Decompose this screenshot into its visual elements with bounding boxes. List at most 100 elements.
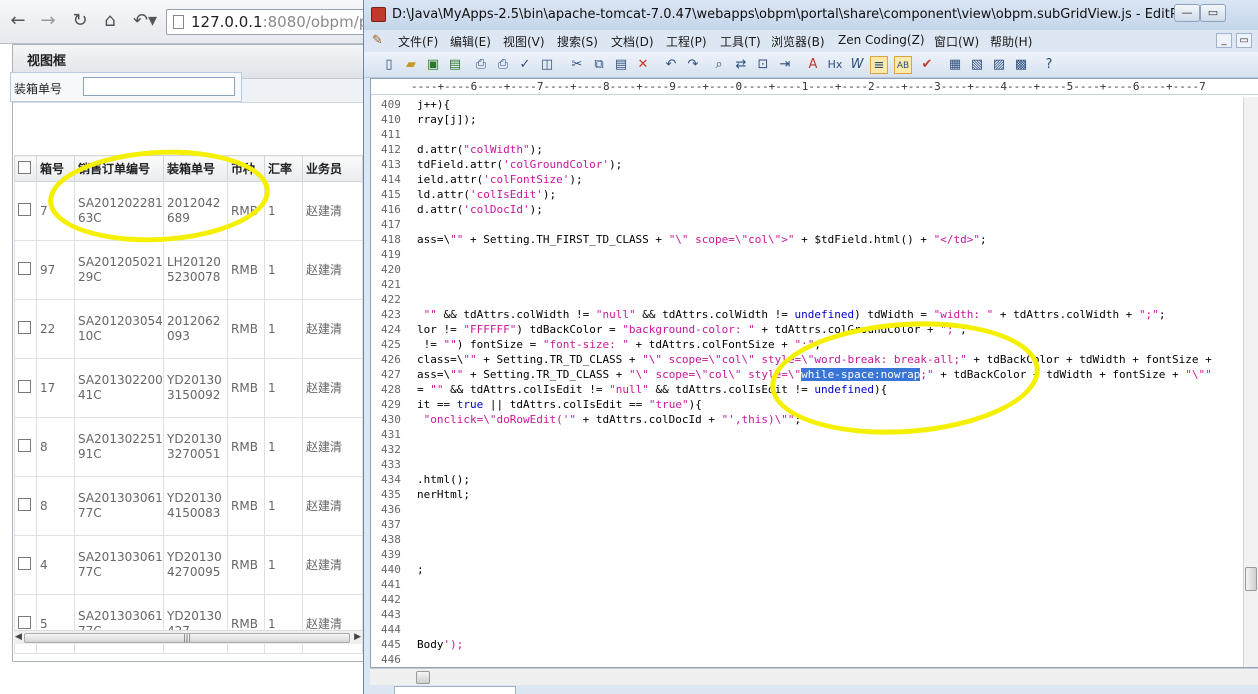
new-file-icon[interactable]: ▯ <box>380 56 398 74</box>
code-line[interactable]: 442 <box>371 592 1245 607</box>
code-line[interactable]: 418 ass=\"" + Setting.TH_FIRST_TD_CLASS +… <box>371 232 1245 247</box>
horizontal-scrollbar[interactable] <box>370 668 1258 685</box>
cut-icon[interactable]: ✂ <box>568 56 586 74</box>
code-line[interactable]: 444 <box>371 622 1245 637</box>
menu-item[interactable]: 帮助(H) <box>990 33 1032 50</box>
html-toolbar-icon[interactable]: Hx <box>826 56 844 74</box>
row-checkbox[interactable] <box>14 299 37 359</box>
ruler-toggle-icon[interactable]: AB <box>894 56 912 74</box>
horizontal-scrollbar-thumb[interactable] <box>416 671 430 684</box>
find-icon[interactable]: ⌕ <box>710 56 728 74</box>
row-checkbox[interactable] <box>14 594 37 654</box>
vertical-scrollbar[interactable] <box>1243 97 1258 667</box>
vertical-scrollbar-thumb[interactable] <box>1245 567 1257 591</box>
table-row[interactable]: 22 SA20120305410C 2012062093 RMB 1 赵建清 <box>14 299 363 359</box>
code-view[interactable]: 409 j++){410 rray[j]); 411 412 d.attr("colWid… <box>371 97 1245 667</box>
spellcheck-icon[interactable]: ✓ <box>516 56 534 74</box>
search-input[interactable] <box>83 77 235 96</box>
row-checkbox[interactable] <box>14 417 37 477</box>
address-bar[interactable]: 127.0.0.1:8080/obpm/p <box>166 9 386 35</box>
code-line[interactable]: 416 d.attr('colDocId'); <box>371 202 1245 217</box>
menu-item[interactable]: Zen Coding(Z) <box>838 33 925 47</box>
menu-item[interactable]: 工具(T) <box>720 33 761 50</box>
code-line[interactable]: 420 <box>371 262 1245 277</box>
code-line[interactable]: 426 class=\"" + Setting.TR_TD_CLASS + "\"… <box>371 352 1245 367</box>
code-line[interactable]: 422 <box>371 292 1245 307</box>
code-line[interactable]: 413 tdField.attr('colGroundColor'); <box>371 157 1245 172</box>
code-line[interactable]: 430 "onclick=\"doRowEdit('" + tdAttrs.co… <box>371 412 1245 427</box>
code-line[interactable]: 417 <box>371 217 1245 232</box>
table-row[interactable]: 8 SA20130306177C YD201304150083 RMB 1 赵建清 <box>14 476 363 536</box>
column-header[interactable]: 业务员 <box>302 155 363 182</box>
code-line[interactable]: 445 Body'); <box>371 637 1245 652</box>
menu-item[interactable]: 浏览器(B) <box>771 33 825 50</box>
doc-restore-icon[interactable]: ▭ <box>1236 33 1252 48</box>
row-checkbox[interactable] <box>14 240 37 300</box>
row-checkbox[interactable] <box>14 358 37 418</box>
code-line[interactable]: 434 .html(); <box>371 472 1245 487</box>
maximize-icon[interactable]: ▭ <box>1200 4 1226 22</box>
directory-window-icon[interactable]: ▦ <box>946 56 964 74</box>
fullscreen-icon[interactable]: ▩ <box>1012 56 1030 74</box>
find-in-files-icon[interactable]: ⊡ <box>754 56 772 74</box>
browser-preview-icon[interactable]: ◫ <box>538 56 556 74</box>
menu-item[interactable]: 编辑(E) <box>450 33 491 50</box>
row-checkbox[interactable] <box>14 181 37 241</box>
redo-icon[interactable]: ↷ <box>684 56 702 74</box>
row-checkbox[interactable] <box>14 535 37 595</box>
help-pointer-icon[interactable]: ? <box>1040 56 1058 74</box>
line-number-toggle-icon[interactable]: ≡ <box>870 56 888 74</box>
menu-item[interactable]: 视图(V) <box>503 33 545 50</box>
table-row[interactable]: 4 SA20130306177C YD201304270095 RMB 1 赵建清 <box>14 535 363 595</box>
undo-icon[interactable]: ↶ <box>662 56 680 74</box>
code-line[interactable]: 427 ass=\"" + Setting.TR_TD_CLASS + "\" s… <box>371 367 1245 382</box>
save-icon[interactable]: ▣ <box>424 56 442 74</box>
code-line[interactable]: 421 <box>371 277 1245 292</box>
code-line[interactable]: 435 nerHtml; <box>371 487 1245 502</box>
code-line[interactable]: 443 <box>371 607 1245 622</box>
reload-icon[interactable]: ↻ <box>68 9 92 33</box>
code-line[interactable]: 439 <box>371 547 1245 562</box>
menu-item[interactable]: 窗口(W) <box>934 33 979 50</box>
replace-icon[interactable]: ⇄ <box>732 56 750 74</box>
grid-horizontal-scrollbar[interactable]: ◀ ||| ▶ <box>14 630 362 644</box>
table-row[interactable]: 8 SA20130225191C YD201303270051 RMB 1 赵建清 <box>14 417 363 477</box>
scroll-right-icon[interactable]: ▶ <box>354 632 361 642</box>
document-tab[interactable] <box>394 686 516 694</box>
table-row[interactable]: 97 SA20120502129C LH201205230078 RMB 1 赵建清 <box>14 240 363 300</box>
code-line[interactable]: 440; <box>371 562 1245 577</box>
paste-icon[interactable]: ▤ <box>612 56 630 74</box>
print-icon[interactable]: ⎙ <box>494 56 512 74</box>
menu-item[interactable]: 文档(D) <box>611 33 654 50</box>
select-all-checkbox[interactable] <box>14 155 37 182</box>
minimize-icon[interactable]: — <box>1174 4 1200 22</box>
code-line[interactable]: 436 <box>371 502 1245 517</box>
table-row[interactable]: 7 SA20120228163C 2012042689 RMB 1 赵建清 <box>14 181 363 241</box>
code-line[interactable]: 438 <box>371 532 1245 547</box>
code-line[interactable]: 414 ield.attr('colFontSize'); <box>371 172 1245 187</box>
copy-icon[interactable]: ⧉ <box>590 56 608 74</box>
code-line[interactable]: 428 = "" && tdAttrs.colIsEdit != "null" &… <box>371 382 1245 397</box>
code-line[interactable]: 446 <box>371 652 1245 667</box>
menu-item[interactable]: 搜索(S) <box>557 33 598 50</box>
output-window-icon[interactable]: ▨ <box>990 56 1008 74</box>
code-line[interactable]: 425 != "") fontSize = "font-size: " + td… <box>371 337 1245 352</box>
scrollbar-thumb[interactable]: ||| <box>24 633 350 643</box>
row-checkbox[interactable] <box>14 476 37 536</box>
check-icon[interactable]: ✔ <box>918 56 936 74</box>
column-header[interactable]: 箱号 <box>36 155 75 182</box>
code-line[interactable]: 415 ld.attr('colIsEdit'); <box>371 187 1245 202</box>
goto-line-icon[interactable]: ⇥ <box>776 56 794 74</box>
code-line[interactable]: 431 <box>371 427 1245 442</box>
menu-item[interactable]: 文件(F) <box>398 33 438 50</box>
code-line[interactable]: 433 <box>371 457 1245 472</box>
code-line[interactable]: 410 rray[j]); <box>371 112 1245 127</box>
print-preview-icon[interactable]: ⎙ <box>472 56 490 74</box>
column-header[interactable]: 装箱单号 <box>163 155 228 182</box>
forward-arrow-icon[interactable]: → <box>36 9 60 33</box>
scroll-left-icon[interactable]: ◀ <box>15 632 22 642</box>
font-icon[interactable]: A <box>804 56 822 74</box>
back-arrow-icon[interactable]: ← <box>6 9 30 33</box>
doc-minimize-icon[interactable]: _ <box>1216 33 1232 48</box>
code-line[interactable]: 437 <box>371 517 1245 532</box>
